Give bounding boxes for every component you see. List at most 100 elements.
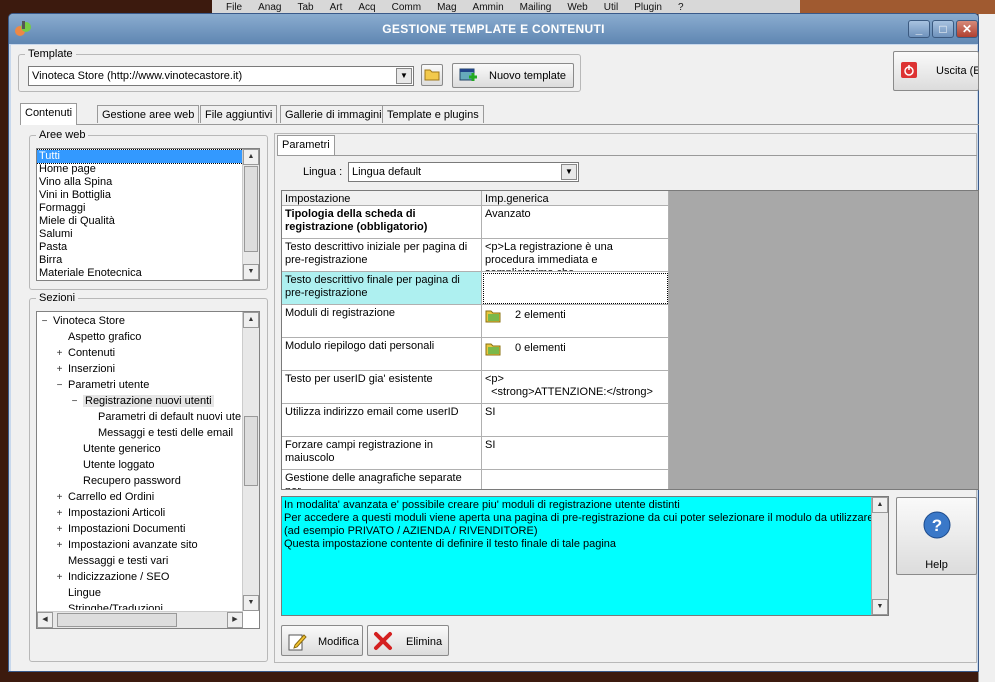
chevron-down-icon[interactable]: ▼: [396, 68, 412, 84]
aree-web-item[interactable]: Materiale Enotecnica: [37, 267, 243, 280]
grid-row-value[interactable]: Avanzato: [482, 206, 669, 239]
description-scrollbar[interactable]: ▲ ▼: [871, 497, 888, 615]
tree-node[interactable]: + Impostazioni Documenti: [40, 521, 243, 537]
open-folder-button[interactable]: [421, 64, 443, 86]
expand-icon[interactable]: +: [55, 525, 64, 535]
grid-row-value[interactable]: <p>La registrazione è una procedura imme…: [482, 239, 669, 272]
tree-node[interactable]: − Parametri utente: [40, 377, 243, 393]
tab-gallerie-immagini[interactable]: Gallerie di immagini: [280, 105, 387, 123]
settings-grid[interactable]: Impostazione Imp.generica Tipologia della …: [281, 190, 979, 490]
grid-row-name[interactable]: Moduli di registrazione: [282, 305, 482, 338]
exit-button[interactable]: Uscita (ES: [893, 51, 979, 91]
tree-node[interactable]: Utente loggato: [40, 457, 243, 473]
title-bar[interactable]: GESTIONE TEMPLATE E CONTENUTI _ □ ✕: [9, 14, 978, 44]
expand-icon[interactable]: +: [55, 365, 64, 375]
tree-node[interactable]: + Impostazioni Articoli: [40, 505, 243, 521]
expand-icon[interactable]: +: [55, 541, 64, 551]
modifica-button[interactable]: Modifica: [281, 625, 363, 656]
scroll-up-icon[interactable]: ▲: [243, 149, 259, 165]
lingua-select[interactable]: Lingua default ▼: [348, 162, 579, 182]
exit-label: Uscita (ES: [936, 65, 978, 77]
expand-icon[interactable]: +: [55, 573, 64, 583]
aree-web-item[interactable]: Miele di Qualità: [37, 215, 243, 228]
tree-node[interactable]: Stringhe/Traduzioni: [40, 601, 243, 610]
tab-file-aggiuntivi[interactable]: File aggiuntivi: [200, 105, 278, 123]
aree-web-item[interactable]: Vino alla Spina: [37, 176, 243, 189]
scroll-thumb-h[interactable]: [57, 613, 177, 627]
scroll-up-icon[interactable]: ▲: [872, 497, 888, 513]
template-select[interactable]: Vinoteca Store (http://www.vinotecastore…: [28, 66, 414, 86]
sezioni-vscrollbar[interactable]: ▲ ▼: [242, 312, 259, 611]
aree-web-item[interactable]: Salumi: [37, 228, 243, 241]
maximize-button[interactable]: □: [932, 20, 954, 38]
grid-row-value[interactable]: SI: [482, 437, 669, 470]
aree-web-item[interactable]: Formaggi: [37, 202, 243, 215]
grid-header-value[interactable]: Imp.generica: [482, 191, 669, 206]
aree-web-item[interactable]: Birra: [37, 254, 243, 267]
tab-template-plugins[interactable]: Template e plugins: [382, 105, 484, 123]
tree-node[interactable]: + Inserzioni: [40, 361, 243, 377]
aree-web-item[interactable]: Tutti: [37, 149, 244, 164]
scroll-thumb[interactable]: [244, 416, 258, 486]
tree-node[interactable]: Parametri di default nuovi ute: [40, 409, 243, 425]
tab-parametri[interactable]: Parametri: [277, 135, 335, 155]
sezioni-hscrollbar[interactable]: ◀ ▶: [37, 611, 243, 628]
aree-web-item[interactable]: Vini in Bottiglia: [37, 189, 243, 202]
tree-node[interactable]: + Impostazioni avanzate sito: [40, 537, 243, 553]
help-button[interactable]: ? Help: [896, 497, 977, 575]
tree-node[interactable]: − Registrazione nuovi utenti: [40, 393, 243, 409]
tree-node[interactable]: Lingue: [40, 585, 243, 601]
expand-icon[interactable]: −: [55, 381, 64, 391]
grid-row-value[interactable]: [482, 470, 669, 489]
grid-row-value[interactable]: 0 elementi: [482, 338, 669, 371]
grid-row-name[interactable]: Modulo riepilogo dati personali: [282, 338, 482, 371]
sezioni-tree[interactable]: − Vinoteca Store Aspetto grafico + Contenut…: [36, 311, 260, 629]
chevron-down-icon[interactable]: ▼: [561, 164, 577, 180]
tab-contenuti[interactable]: Contenuti: [20, 103, 78, 125]
tree-node[interactable]: Messaggi e testi vari: [40, 553, 243, 569]
scroll-left-icon[interactable]: ◀: [37, 612, 53, 628]
scroll-up-icon[interactable]: ▲: [243, 312, 259, 328]
grid-header-name[interactable]: Impostazione: [282, 191, 482, 206]
tree-node[interactable]: + Carrello ed Ordini: [40, 489, 243, 505]
aree-web-scrollbar[interactable]: ▲ ▼: [242, 149, 259, 280]
grid-row-name[interactable]: Gestione delle anagrafiche separate per: [282, 470, 482, 489]
grid-row-name[interactable]: Testo descrittivo iniziale per pagina di…: [282, 239, 482, 272]
tree-node[interactable]: Recupero password: [40, 473, 243, 489]
expand-icon[interactable]: +: [55, 509, 64, 519]
scroll-down-icon[interactable]: ▼: [872, 599, 888, 615]
grid-row-value[interactable]: <p> <strong>ATTENZIONE:</strong>: [482, 371, 669, 404]
grid-row-name[interactable]: Utilizza indirizzo email come userID: [282, 404, 482, 437]
expand-icon[interactable]: +: [55, 349, 64, 359]
tree-node[interactable]: Utente generico: [40, 441, 243, 457]
close-button[interactable]: ✕: [956, 20, 978, 38]
aree-web-item[interactable]: Pasta: [37, 241, 243, 254]
grid-row-value[interactable]: 2 elementi: [482, 305, 669, 338]
grid-row-name[interactable]: Testo per userID gia' esistente: [282, 371, 482, 404]
minimize-button[interactable]: _: [908, 20, 930, 38]
tree-node[interactable]: + Contenuti: [40, 345, 243, 361]
grid-row-value[interactable]: [482, 272, 669, 305]
scroll-down-icon[interactable]: ▼: [243, 595, 259, 611]
tab-gestione-aree-web[interactable]: Gestione aree web: [97, 105, 200, 123]
grid-row-name[interactable]: Forzare campi registrazione in maiuscolo: [282, 437, 482, 470]
aree-web-list[interactable]: Tutti Home page Vino alla Spina Vini in Bot…: [36, 148, 260, 281]
grid-row-value[interactable]: SI: [482, 404, 669, 437]
elimina-button[interactable]: Elimina: [367, 625, 449, 656]
new-template-button[interactable]: Nuovo template: [452, 63, 574, 88]
tree-node[interactable]: Messaggi e testi delle email: [40, 425, 243, 441]
expand-icon[interactable]: −: [70, 397, 79, 407]
tree-root[interactable]: − Vinoteca Store: [40, 313, 243, 329]
grid-row-name-text: Utilizza indirizzo email come userID: [285, 406, 459, 418]
tree-node[interactable]: Aspetto grafico: [40, 329, 243, 345]
scroll-down-icon[interactable]: ▼: [243, 264, 259, 280]
grid-row-name[interactable]: Testo descrittivo finale per pagina di p…: [282, 272, 482, 305]
aree-web-item[interactable]: Home page: [37, 163, 243, 176]
scroll-right-icon[interactable]: ▶: [227, 612, 243, 628]
tree-node[interactable]: + Indicizzazione / SEO: [40, 569, 243, 585]
scroll-thumb[interactable]: [244, 166, 258, 252]
expand-icon[interactable]: +: [55, 493, 64, 503]
grid-row-name[interactable]: Tipologia della scheda di registrazione …: [282, 206, 482, 239]
